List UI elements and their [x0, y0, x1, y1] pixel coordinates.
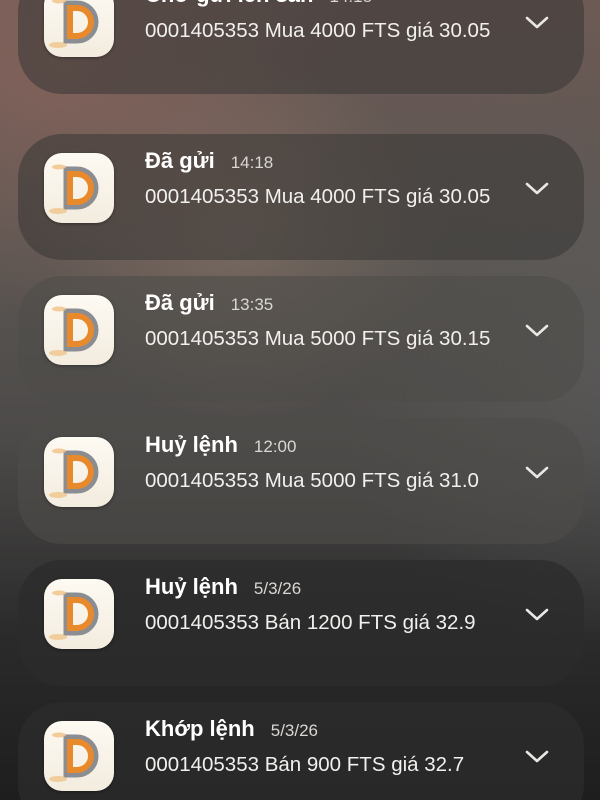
notification-time: 5/3/26 [270, 721, 319, 740]
notification-title: Huỷ lệnh [145, 432, 238, 457]
chevron-down-icon[interactable] [524, 12, 550, 32]
notification-title: Khớp lệnh [145, 716, 255, 741]
notification-time: 14:18 [329, 0, 372, 7]
notification-time: 14:18 [230, 153, 274, 172]
chevron-down-icon[interactable] [524, 746, 550, 766]
notification-body: 0001405353 Mua 4000 FTS giá 30.05 [145, 19, 491, 42]
notification-card[interactable]: Đã gửi 14:18 0001405353 Mua 4000 FTS giá… [18, 134, 584, 260]
notification-header: Đã gửi 14:18 [145, 148, 273, 174]
notification-header: Đã gửi 13:35 [145, 290, 273, 316]
d-logo-icon [44, 579, 114, 649]
notification-header: Huỷ lệnh 12:00 [145, 432, 296, 458]
notification-card[interactable]: Chờ gửi lên sàn 14:18 0001405353 Mua 400… [18, 0, 584, 94]
d-logo-icon [44, 437, 114, 507]
notification-body: 0001405353 Bán 900 FTS giá 32.7 [145, 753, 465, 776]
notification-card[interactable]: Huỷ lệnh 5/3/26 0001405353 Bán 1200 FTS … [18, 560, 584, 686]
notification-card[interactable]: Huỷ lệnh 12:00 0001405353 Mua 5000 FTS g… [18, 418, 584, 544]
d-logo-icon [44, 295, 114, 365]
chevron-down-icon[interactable] [524, 604, 550, 624]
notification-body: 0001405353 Mua 4000 FTS giá 30.05 [145, 185, 491, 208]
notification-card[interactable]: Đã gửi 13:35 0001405353 Mua 5000 FTS giá… [18, 276, 584, 402]
d-logo-icon [44, 721, 114, 791]
notification-body: 0001405353 Bán 1200 FTS giá 32.9 [145, 611, 476, 634]
notification-header: Chờ gửi lên sàn 14:18 [145, 0, 372, 8]
d-logo-icon [44, 153, 114, 223]
notification-title: Đã gửi [145, 148, 215, 173]
d-logo-icon [44, 0, 114, 57]
notification-title: Chờ gửi lên sàn [145, 0, 313, 8]
notification-time: 13:35 [230, 295, 274, 314]
notification-body: 0001405353 Mua 5000 FTS giá 30.15 [145, 327, 491, 350]
notification-title: Huỷ lệnh [145, 574, 238, 599]
chevron-down-icon[interactable] [524, 178, 550, 198]
chevron-down-icon[interactable] [524, 320, 550, 340]
notification-header: Khớp lệnh 5/3/26 [145, 716, 318, 742]
notification-title: Đã gửi [145, 290, 215, 315]
notification-time: 12:00 [253, 437, 297, 456]
notification-header: Huỷ lệnh 5/3/26 [145, 574, 301, 600]
notification-body: 0001405353 Mua 5000 FTS giá 31.0 [145, 469, 479, 492]
notification-card[interactable]: Khớp lệnh 5/3/26 0001405353 Bán 900 FTS … [18, 702, 584, 800]
notification-time: 5/3/26 [253, 579, 302, 598]
chevron-down-icon[interactable] [524, 462, 550, 482]
